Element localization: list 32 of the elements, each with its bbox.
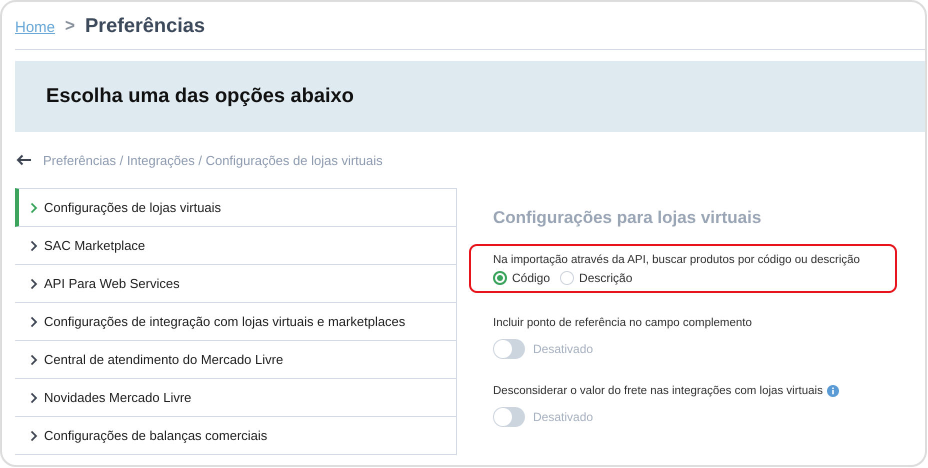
menu-item[interactable]: Configurações de integração com lojas virtuais e marketplaces [15,303,456,341]
setting-label: Na importação através da API, buscar produtos por código ou descrição [493,254,860,266]
menu-item[interactable]: API Para Web Services [15,265,456,303]
toggle-switch[interactable] [493,339,525,359]
chevron-icon [30,430,38,442]
toggle-state-label: Desativado [533,410,594,424]
banner-title: Escolha uma das opções abaixo [46,85,354,108]
menu-item[interactable]: Novidades Mercado Livre [15,379,456,417]
chevron-icon [30,202,38,214]
menu-item[interactable]: SAC Marketplace [15,227,456,265]
toggle-state-label: Desativado [533,342,594,356]
radio-option[interactable]: Código [493,271,550,285]
chevron-icon [30,316,38,328]
chevron-icon [30,240,38,252]
breadcrumb-path: Preferências / Integrações / Configurações de lojas virtuais [43,152,383,168]
info-icon[interactable] [826,385,839,397]
page-title: Preferências [84,14,206,38]
chevron-icon [30,354,38,366]
menu-item[interactable]: Configurações de balanças comerciais [15,417,456,455]
radio-option[interactable]: Descrição [560,271,632,285]
toggle-switch[interactable] [493,407,525,427]
chevron-icon [30,278,38,290]
radio-button[interactable] [560,271,574,285]
menu-item[interactable]: Central de atendimento do Mercado Livre [15,341,456,379]
radio-button[interactable] [493,271,507,285]
back-arrow-icon[interactable] [16,154,32,166]
breadcrumb-separator: > [65,16,75,36]
menu-item[interactable]: Configurações de lojas virtuais [15,188,456,227]
chevron-icon [30,392,38,404]
setting-label: Incluir ponto de referência no campo complemento [493,317,752,329]
setting-label: Desconsiderar o valor do frete nas integrações com lojas virtuais [493,385,823,397]
section-title: Configurações para lojas virtuais [493,208,762,228]
